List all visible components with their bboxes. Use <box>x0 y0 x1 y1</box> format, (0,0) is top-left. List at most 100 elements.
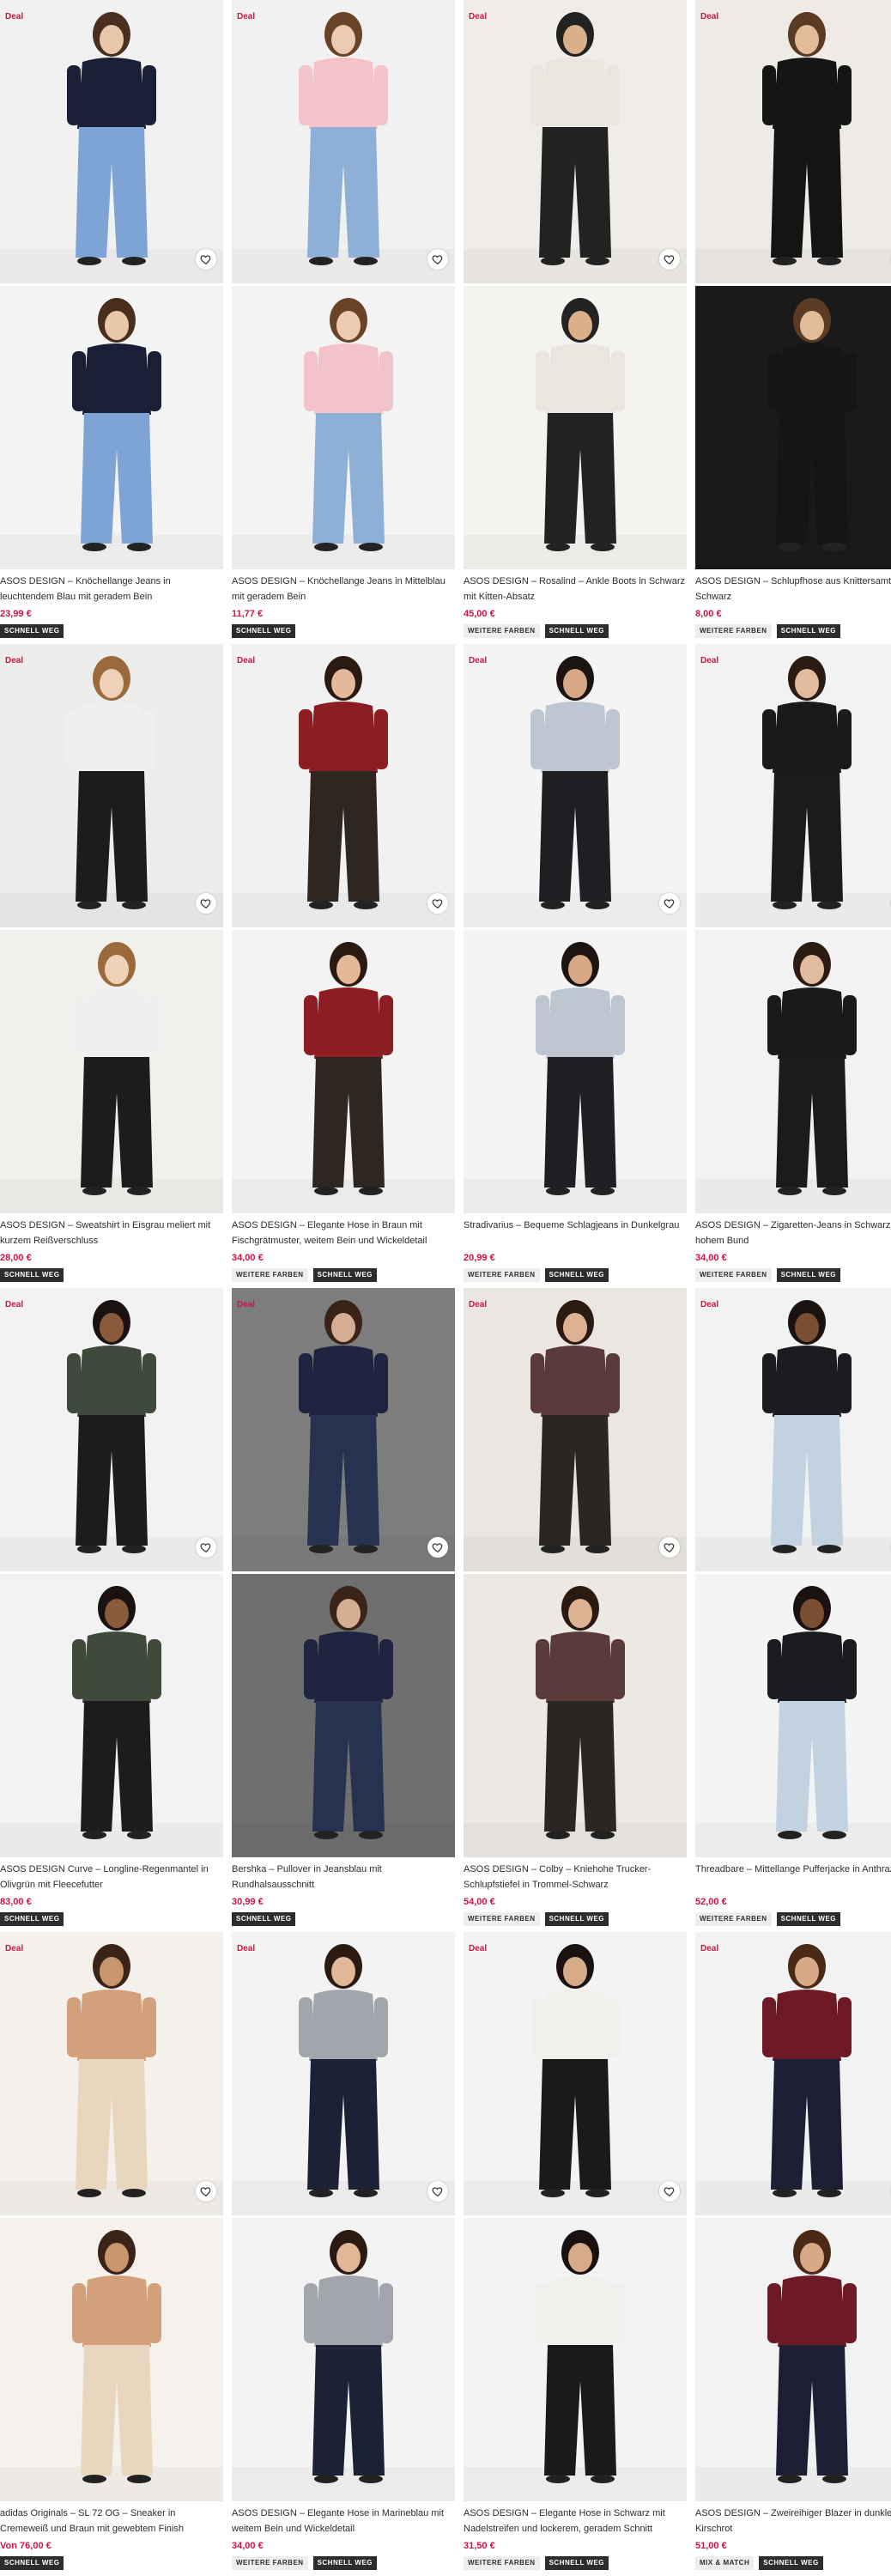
product-info: Stradivarius – Bequeme Schlagjeans in Du… <box>464 1218 687 1282</box>
product-image-primary[interactable]: Deal <box>695 0 891 283</box>
product-card[interactable]: Deal ASOS DESIGN – Schlupfhose aus Knitte… <box>695 0 891 644</box>
product-image-secondary[interactable] <box>695 930 891 1213</box>
product-image-primary[interactable]: Deal <box>232 644 455 927</box>
product-image-secondary[interactable] <box>464 930 687 1213</box>
product-image-secondary[interactable] <box>695 2218 891 2501</box>
product-photo <box>464 0 687 283</box>
save-for-later-button[interactable] <box>427 1537 448 1558</box>
product-image-secondary[interactable] <box>695 1574 891 1857</box>
save-for-later-button[interactable] <box>659 893 680 914</box>
product-image-secondary[interactable] <box>695 286 891 569</box>
product-card[interactable]: Deal adidas Originals – SL 72 OG – Sneake… <box>0 1932 223 2576</box>
save-for-later-button[interactable] <box>427 249 448 270</box>
product-photo <box>695 644 891 927</box>
product-badges: WEITERE FARBEN SCHNELL WEG <box>464 624 687 638</box>
product-title[interactable]: ASOS DESIGN Curve – Longline-Regenmantel… <box>0 1862 223 1893</box>
product-badge: SCHNELL WEG <box>544 1912 609 1926</box>
product-card[interactable]: Deal ASOS DESIGN – Knöchellange Jeans in … <box>232 0 455 644</box>
product-title[interactable]: ASOS DESIGN – Knöchellange Jeans in Mitt… <box>232 574 455 605</box>
product-title[interactable]: Bershka – Pullover in Jeansblau mit Rund… <box>232 1862 455 1893</box>
price-value: 51,00 € <box>695 2541 727 2551</box>
product-image-secondary[interactable] <box>232 1574 455 1857</box>
product-badges: WEITERE FARBEN SCHNELL WEG <box>464 2556 687 2570</box>
product-photo <box>695 2218 891 2501</box>
product-title[interactable]: ASOS DESIGN – Knöchellange Jeans in leuc… <box>0 574 223 605</box>
product-title[interactable]: ASOS DESIGN – Elegante Hose in Marinebla… <box>232 2506 455 2537</box>
product-title[interactable]: Stradivarius – Bequeme Schlagjeans in Du… <box>464 1218 687 1249</box>
product-title[interactable]: ASOS DESIGN – Zweireihiger Blazer in dun… <box>695 2506 891 2537</box>
save-for-later-button[interactable] <box>196 2181 216 2202</box>
heart-icon <box>664 1543 675 1552</box>
product-price: 34,00 € <box>232 2540 455 2552</box>
product-card[interactable]: Deal ASOS DESIGN – Colby – Kniehohe Truck… <box>464 1288 687 1932</box>
product-card[interactable]: Deal Threadbare – Mittellange Pufferjacke… <box>695 1288 891 1932</box>
product-image-secondary[interactable] <box>0 1574 223 1857</box>
product-image-primary[interactable]: Deal <box>464 1288 687 1571</box>
save-for-later-button[interactable] <box>427 893 448 914</box>
save-for-later-button[interactable] <box>196 249 216 270</box>
product-image-primary[interactable]: Deal <box>0 1288 223 1571</box>
save-for-later-button[interactable] <box>196 893 216 914</box>
product-photo <box>0 2218 223 2501</box>
product-image-secondary[interactable] <box>232 2218 455 2501</box>
product-title[interactable]: Threadbare – Mittellange Pufferjacke in … <box>695 1862 891 1893</box>
product-title[interactable]: ASOS DESIGN – Elegante Hose in Braun mit… <box>232 1218 455 1249</box>
product-card[interactable]: Deal ASOS DESIGN – Zweireihiger Blazer in… <box>695 1932 891 2576</box>
product-image-secondary[interactable] <box>232 286 455 569</box>
product-price: 31,50 € <box>464 2540 687 2552</box>
product-image-secondary[interactable] <box>464 2218 687 2501</box>
price-value: 23,99 € <box>0 609 32 619</box>
product-badge: SCHNELL WEG <box>312 1268 378 1282</box>
product-price: Von 76,00 € <box>0 2540 223 2552</box>
product-image-secondary[interactable] <box>464 1574 687 1857</box>
product-image-secondary[interactable] <box>232 930 455 1213</box>
save-for-later-button[interactable] <box>196 1537 216 1558</box>
product-title[interactable]: ASOS DESIGN – Zigaretten-Jeans in Schwar… <box>695 1218 891 1249</box>
product-photo <box>232 286 455 569</box>
product-image-primary[interactable]: Deal <box>232 1932 455 2215</box>
product-image-primary[interactable]: Deal <box>0 644 223 927</box>
product-image-secondary[interactable] <box>0 2218 223 2501</box>
product-badge: SCHNELL WEG <box>232 624 296 638</box>
price-value: 54,00 € <box>464 1897 495 1907</box>
product-card[interactable]: Deal ASOS DESIGN – Knöchellange Jeans in … <box>0 0 223 644</box>
save-for-later-button[interactable] <box>659 249 680 270</box>
product-title[interactable]: ASOS DESIGN – Schlupfhose aus Knittersam… <box>695 574 891 605</box>
product-card[interactable]: Deal Bershka – Pullover in Jeansblau mit … <box>232 1288 455 1932</box>
product-image-primary[interactable]: Deal <box>232 0 455 283</box>
product-title[interactable]: adidas Originals – SL 72 OG – Sneaker in… <box>0 2506 223 2537</box>
product-photo <box>232 2218 455 2501</box>
save-for-later-button[interactable] <box>659 1537 680 1558</box>
product-image-secondary[interactable] <box>0 286 223 569</box>
heart-icon <box>664 899 675 908</box>
product-image-primary[interactable]: Deal <box>232 1288 455 1571</box>
product-image-primary[interactable]: Deal <box>695 1932 891 2215</box>
product-photo <box>232 0 455 283</box>
product-image-primary[interactable]: Deal <box>0 1932 223 2215</box>
product-card[interactable]: Deal ASOS DESIGN – Elegante Hose in Schwa… <box>464 1932 687 2576</box>
product-card[interactable]: Deal ASOS DESIGN – Zigaretten-Jeans in Sc… <box>695 644 891 1288</box>
save-for-later-button[interactable] <box>427 2181 448 2202</box>
product-image-primary[interactable]: Deal <box>695 644 891 927</box>
product-photo <box>464 286 687 569</box>
product-card[interactable]: Deal ASOS DESIGN – Elegante Hose in Braun… <box>232 644 455 1288</box>
product-card[interactable]: Deal Stradivarius – Bequeme Schlagjeans i… <box>464 644 687 1288</box>
product-title[interactable]: ASOS DESIGN – Elegante Hose in Schwarz m… <box>464 2506 687 2537</box>
product-title[interactable]: ASOS DESIGN – Rosalind – Ankle Boots in … <box>464 574 687 605</box>
product-card[interactable]: Deal ASOS DESIGN – Elegante Hose in Marin… <box>232 1932 455 2576</box>
product-card[interactable]: Deal ASOS DESIGN – Rosalind – Ankle Boots… <box>464 0 687 644</box>
product-image-primary[interactable]: Deal <box>695 1288 891 1571</box>
product-image-secondary[interactable] <box>464 286 687 569</box>
save-for-later-button[interactable] <box>659 2181 680 2202</box>
product-image-secondary[interactable] <box>0 930 223 1213</box>
product-card[interactable]: Deal ASOS DESIGN Curve – Longline-Regenma… <box>0 1288 223 1932</box>
product-title[interactable]: ASOS DESIGN – Colby – Kniehohe Trucker-S… <box>464 1862 687 1893</box>
product-image-primary[interactable]: Deal <box>464 1932 687 2215</box>
heart-icon <box>200 1543 211 1552</box>
product-image-primary[interactable]: Deal <box>464 0 687 283</box>
product-image-primary[interactable]: Deal <box>464 644 687 927</box>
product-title[interactable]: ASOS DESIGN – Sweatshirt in Eisgrau meli… <box>0 1218 223 1249</box>
product-card[interactable]: Deal ASOS DESIGN – Sweatshirt in Eisgrau … <box>0 644 223 1288</box>
product-image-primary[interactable]: Deal <box>0 0 223 283</box>
product-info: ASOS DESIGN – Zweireihiger Blazer in dun… <box>695 2506 891 2570</box>
